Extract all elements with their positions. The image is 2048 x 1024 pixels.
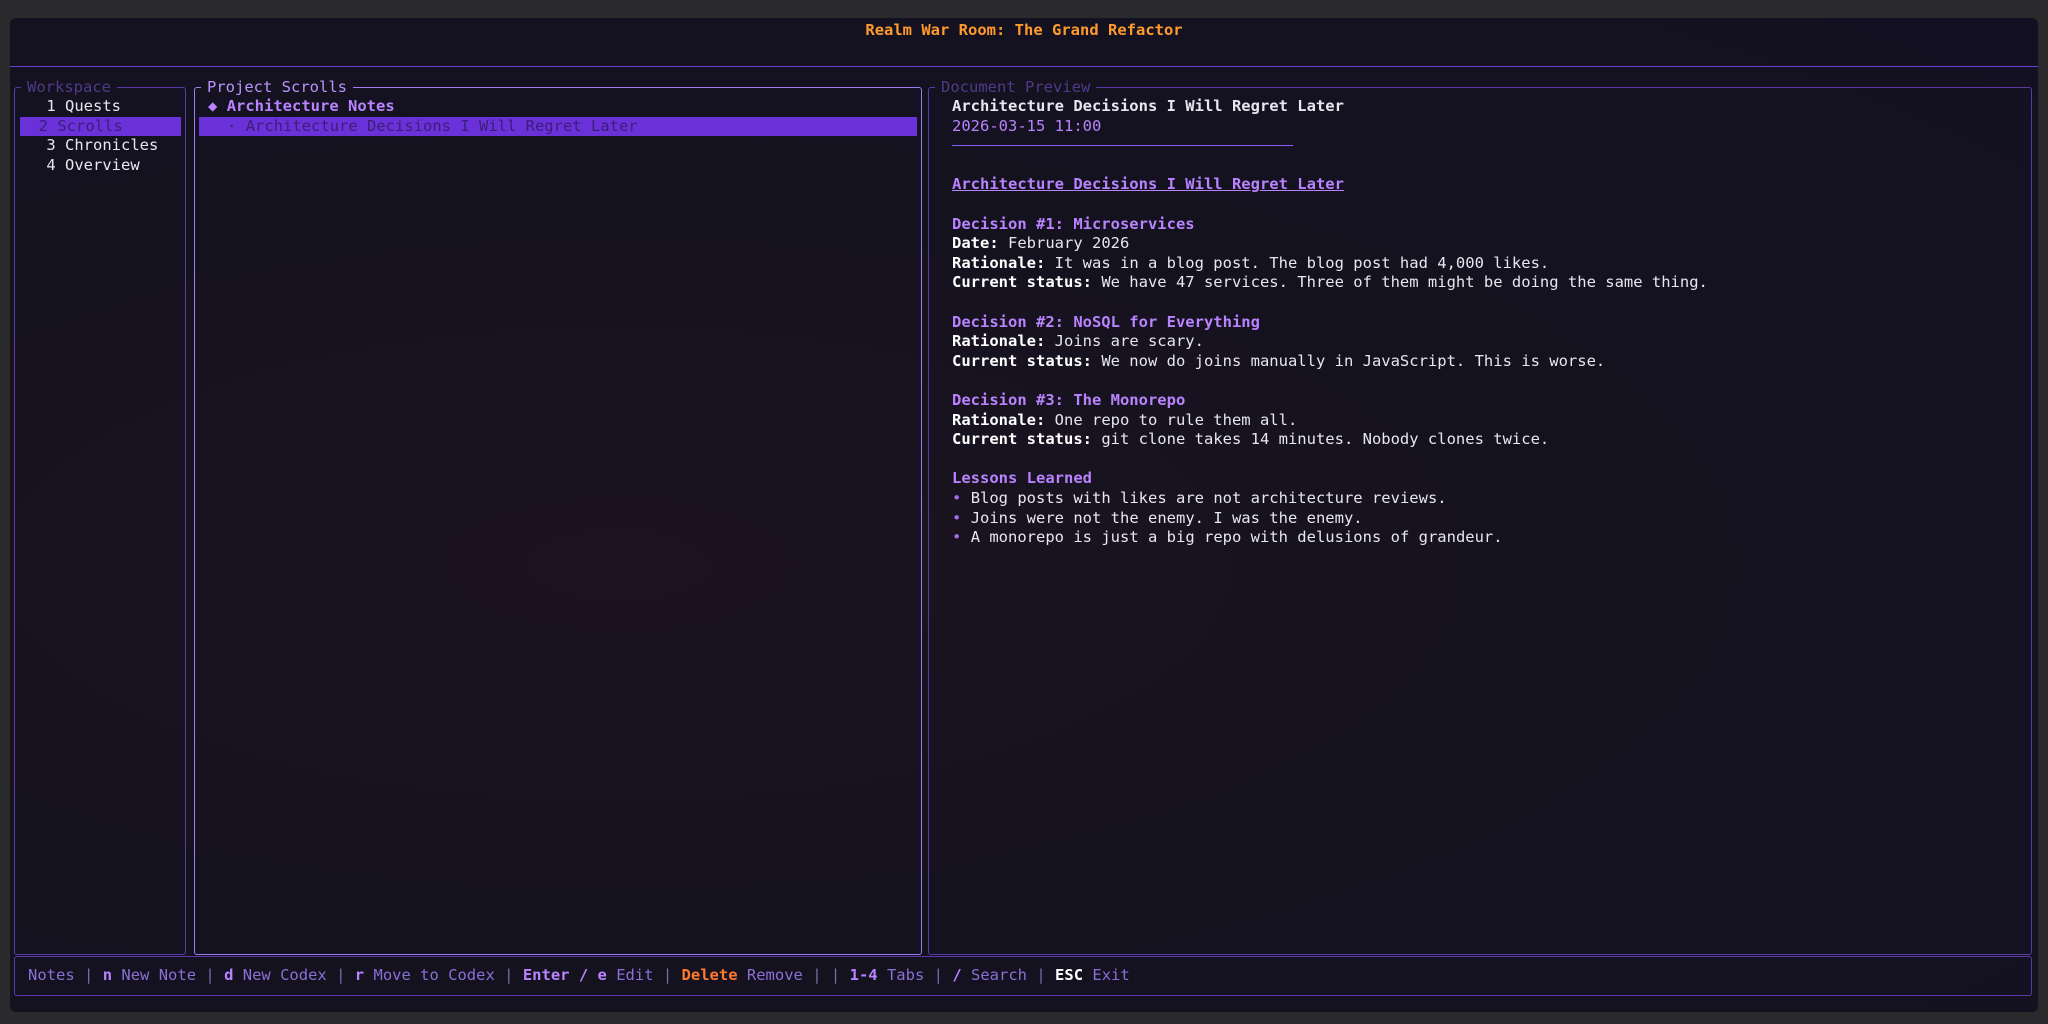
shortcut-key: n [102,966,113,984]
workspace-panel-title: Workspace [21,78,117,96]
field-value: It was in a blog post. The blog post had… [1045,253,1550,272]
tab-overview-label: 4 Overview [46,155,140,174]
shortcut-label: Tabs [886,966,925,984]
section-heading: Decision #3: The Monorepo [952,391,1186,409]
footer-separator: | [504,966,514,984]
field-label: Rationale: [952,410,1046,429]
project-scrolls-panel: Project Scrolls [194,78,922,955]
shortcut-search[interactable]: / Search [952,966,1027,984]
field-value: We now do joins manually in JavaScript. … [1091,351,1606,370]
shortcut-tabs[interactable]: 1-4 Tabs [850,966,925,984]
footer-separator: | [933,966,943,984]
shortcut-label: Remove [746,966,803,984]
field-line: Current status: We have 47 services. Thr… [952,273,1708,293]
tab-chronicles-label: 3 Chronicles [46,136,159,155]
footer-separator: | [1036,966,1046,984]
section-heading: Decision #2: NoSQL for Everything [952,312,1260,331]
field-label: Current status: [952,273,1092,292]
shortcut-key: ESC [1055,966,1084,984]
section-heading: Decision #1: Microservices [952,214,1195,233]
header-divider [10,66,2038,67]
shortcut-key: r [354,966,365,984]
field-value: February 2026 [998,234,1130,253]
shortcut-new-codex[interactable]: d New Codex [224,966,327,984]
tab-quests[interactable]: 1 Quests [37,97,177,117]
footer-separator: | [84,966,94,984]
lesson-text: Joins were not the enemy. I was the enem… [970,508,1363,527]
codex-label: Architecture Notes [226,97,395,115]
footer-separator: | [662,966,673,984]
field-label: Current status: [952,351,1092,370]
lesson-item: • Blog posts with likes are not architec… [952,489,1447,509]
field-line: Date: February 2026 [952,234,1129,254]
tab-scrolls-label: 2 Scrolls [38,116,123,135]
shortcut-delete[interactable]: Delete Remove [682,966,803,984]
shortcut-key: Enter / e [522,966,607,984]
shortcut-key: 1-4 [849,966,878,984]
shortcut-key: d [224,966,234,984]
field-line: Current status: git clone takes 14 minut… [952,430,1549,450]
shortcut-label: Search [971,966,1027,984]
field-line: Rationale: Joins are scary. [952,332,1204,352]
scroll-item-label: Architecture Decisions I Will Regret Lat… [245,116,638,135]
shortcut-edit[interactable]: Enter / e Edit [523,966,654,984]
shortcut-label: Move to Codex [373,966,495,984]
tab-quests-label: 1 Quests [46,97,121,115]
field-value: Joins are scary. [1045,332,1204,351]
tab-scrolls[interactable]: 2 Scrolls [20,116,181,137]
tab-overview[interactable]: 4 Overview [37,156,177,176]
field-label: Rationale: [952,332,1046,351]
lesson-text: Blog posts with likes are not architectu… [970,489,1447,507]
field-label: Rationale: [952,253,1046,272]
project-scrolls-panel-title: Project Scrolls [201,78,353,96]
scroll-item[interactable]: · Architecture Decisions I Will Regret L… [199,116,917,137]
bullet-icon: • [952,489,962,507]
field-line: Rationale: One repo to rule them all. [952,411,1297,431]
terminal-window: Realm War Room: The Grand Refactor Works… [10,18,2038,1012]
lesson-item: • A monorepo is just a big repo with del… [952,528,1503,548]
diamond-icon: ◆ [208,97,218,115]
lesson-item: • Joins were not the enemy. I was the en… [952,509,1363,529]
bullet-icon: • [952,508,962,527]
shortcut-label: Edit [616,966,654,984]
field-value: git clone takes 14 minutes. Nobody clone… [1091,430,1550,449]
lessons-heading: Lessons Learned [952,469,1092,488]
shortcut-new-note[interactable]: n New Note [103,966,196,984]
field-line: Rationale: It was in a blog post. The bl… [952,254,1549,274]
shortcut-key: Delete [681,966,738,984]
bullet-icon: • [952,528,962,547]
doc-date: 2026-03-15 11:00 [952,116,1102,135]
shortcut-label: Exit [1092,966,1130,984]
doc-separator [952,145,1293,146]
shortcut-move[interactable]: r Move to Codex [355,966,495,984]
field-label: Current status: [952,430,1092,449]
field-value: We have 47 services. Three of them might… [1091,273,1708,292]
workspace-panel: Workspace [14,78,186,955]
dot-icon: · [227,116,237,135]
shortcut-label: New Note [121,966,197,984]
footer-shortcuts: Notes | n New Note | d New Codex | r Mov… [28,966,1130,986]
footer-mode: Notes [28,966,75,984]
doc-title: Architecture Decisions I Will Regret Lat… [952,97,1344,115]
tab-chronicles[interactable]: 3 Chronicles [37,136,177,156]
codex-architecture-notes[interactable]: ◆ Architecture Notes [208,97,908,117]
field-line: Current status: We now do joins manually… [952,352,1605,372]
field-value: One repo to rule them all. [1045,410,1298,429]
shortcut-label: New Codex [242,966,327,984]
footer-separator: | [205,966,215,984]
document-preview-panel-title: Document Preview [935,78,1097,96]
shortcut-exit[interactable]: ESC Exit [1055,966,1130,984]
doc-heading: Architecture Decisions I Will Regret Lat… [952,175,1344,194]
footer-separator: | [830,966,841,984]
footer-separator: | [812,966,822,984]
field-label: Date: [952,234,999,253]
shortcut-key: / [952,966,962,984]
footer-separator: | [336,966,346,984]
lesson-text: A monorepo is just a big repo with delus… [970,528,1503,547]
app-title: Realm War Room: The Grand Refactor [865,21,1183,39]
